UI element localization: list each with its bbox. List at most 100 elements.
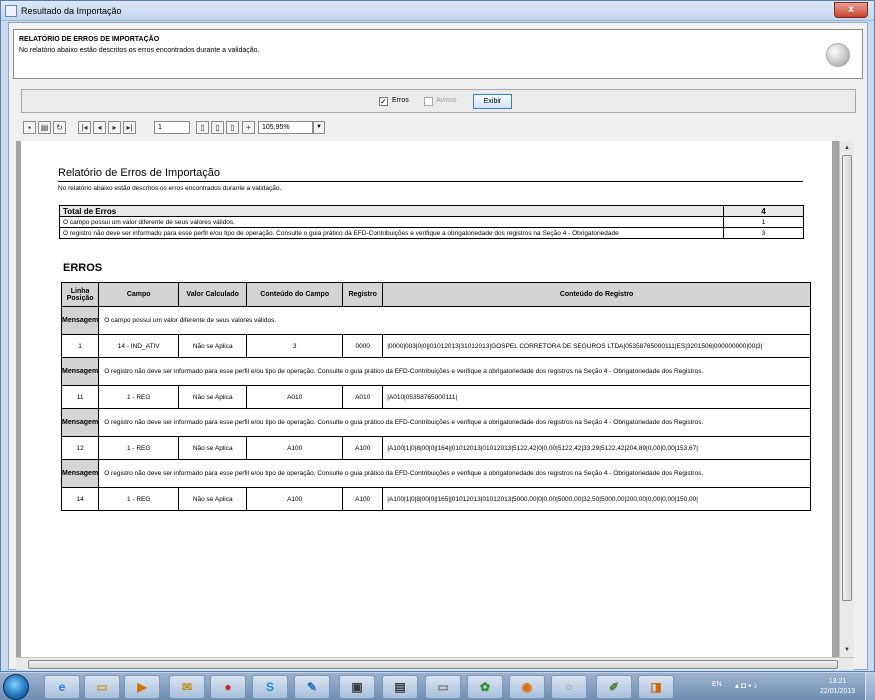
cell-registro: A100 (342, 487, 384, 511)
col-campo: Campo (98, 282, 180, 307)
errors-heading: ERROS (63, 262, 103, 274)
cell-valor: Não se Aplica (178, 334, 248, 358)
title-bar[interactable]: Resultado da Importação x (1, 1, 874, 21)
chevron-down-icon[interactable]: ▼ (313, 121, 325, 134)
errors-header-row: Linha Posição Campo Valor Calculado Conte… (60, 282, 811, 307)
cell-campo: 1 - REG (98, 436, 180, 460)
last-page-icon[interactable]: ▸| (123, 121, 136, 134)
language-indicator[interactable]: EN (712, 681, 722, 688)
message-text: O campo possui um valor diferente de seu… (98, 306, 811, 335)
page-width-icon[interactable]: ▯ (226, 121, 239, 134)
message-row: Mensagem O campo possui um valor diferen… (60, 306, 811, 335)
zoom-select[interactable]: 105,95% (258, 121, 313, 134)
cell-conteudo-registro: |A100|1|0|8|00|0||165||01012013|01012013… (382, 487, 811, 511)
page-number-input[interactable]: 1 (154, 121, 190, 134)
totals-row-count: 3 (723, 227, 804, 239)
scroll-thumb[interactable] (28, 660, 838, 669)
print-icon[interactable]: ▤ (38, 121, 51, 134)
totals-row-text: O registro não deve ser informado para e… (59, 227, 724, 239)
scroll-up-icon[interactable]: ▲ (841, 142, 853, 154)
report-description: No relatório abaixo estão descritos os e… (58, 185, 282, 192)
save-icon[interactable]: ▪ (23, 121, 36, 134)
message-row: Mensagem O registro não deve ser informa… (60, 357, 811, 386)
first-page-icon[interactable]: |◂ (78, 121, 91, 134)
cell-linha: 12 (60, 436, 100, 460)
page-setup-icon[interactable]: ▯ (211, 121, 224, 134)
client-area: RELATÓRIO DE ERROS DE IMPORTAÇÃO No rela… (8, 22, 868, 670)
app-orange-icon[interactable]: ◨ (638, 675, 674, 699)
message-label: Mensagem (60, 306, 100, 335)
scroll-thumb[interactable] (842, 155, 852, 601)
totals-row: O registro não deve ser informado para e… (59, 227, 804, 239)
cell-valor: Não se Aplica (178, 436, 248, 460)
avisos-label: Avisos (436, 97, 457, 104)
clock[interactable]: 13:21 22/01/2013 (815, 677, 860, 697)
cell-registro: 0000 (342, 334, 384, 358)
report-page: Relatório de Erros de Importação No rela… (21, 141, 832, 657)
cell-conteudo-registro: |0000|003|0|0||01012013|31012013|GOSPEL … (382, 334, 811, 358)
col-conteudo-campo: Conteúdo do Campo (246, 282, 344, 307)
window-app-icon[interactable]: ▣ (339, 675, 375, 699)
cell-conteudo-registro: |A100|1|0|8|00|0||164||01012013|01012013… (382, 436, 811, 460)
header-panel: RELATÓRIO DE ERROS DE IMPORTAÇÃO No rela… (13, 29, 863, 79)
col-registro: Registro (342, 282, 384, 307)
app-green-icon[interactable]: ✿ (467, 675, 503, 699)
message-row: Mensagem O registro não deve ser informa… (60, 459, 811, 488)
skype-icon[interactable]: S (252, 675, 288, 699)
totals-row-count: 1 (723, 216, 804, 228)
erros-checkbox[interactable]: ✓ (379, 97, 388, 106)
message-label: Mensagem (60, 357, 100, 386)
page-layout-icon[interactable]: ▯ (196, 121, 209, 134)
cell-campo: 1 - REG (98, 487, 180, 511)
ie-icon[interactable]: e (44, 675, 80, 699)
message-label: Mensagem (60, 459, 100, 488)
avisos-checkbox[interactable] (424, 97, 433, 106)
table-row: 14 1 - REG Não se Aplica A100 A100 |A100… (60, 487, 811, 511)
app-gray-icon[interactable]: ▭ (425, 675, 461, 699)
filter-bar: ✓ Erros Avisos Exibir (21, 89, 856, 113)
window-title: Resultado da Importação (21, 6, 122, 16)
totals-value: 4 (723, 205, 804, 217)
cell-conteudo-campo: A010 (246, 385, 344, 409)
clock-time: 13:21 (828, 678, 847, 685)
document-app-icon[interactable]: ▤ (382, 675, 418, 699)
report-viewer: Relatório de Erros de Importação No rela… (16, 141, 854, 657)
report-title: Relatório de Erros de Importação (58, 167, 221, 179)
table-row: 12 1 - REG Não se Aplica A100 A100 |A100… (60, 436, 811, 460)
cell-conteudo-campo: 3 (246, 334, 344, 358)
next-page-icon[interactable]: ▸ (108, 121, 121, 134)
scroll-down-icon[interactable]: ▼ (841, 644, 853, 656)
cell-conteudo-campo: A100 (246, 487, 344, 511)
cell-linha: 1 (60, 334, 100, 358)
close-button[interactable]: x (834, 2, 868, 18)
firefox-icon[interactable]: ◉ (509, 675, 545, 699)
tray-icons[interactable]: ▴ ◘ ▪ ♪ (735, 681, 757, 690)
prev-page-icon[interactable]: ◂ (93, 121, 106, 134)
col-valor: Valor Calculado (178, 282, 248, 307)
app-blue-icon[interactable]: ✎ (294, 675, 330, 699)
horizontal-scrollbar[interactable] (16, 657, 854, 670)
app-pen-icon[interactable]: ✐ (596, 675, 632, 699)
exibir-button[interactable]: Exibir (473, 94, 512, 109)
table-row: 1 14 - IND_ATIV Não se Aplica 3 0000 |00… (60, 334, 811, 358)
start-button[interactable] (3, 674, 29, 700)
report-toolbar: ▪ ▤ ↻ |◂ ◂ ▸ ▸| 1 ▯ ▯ ▯ + 105,95% ▼ (23, 121, 843, 137)
folder-icon[interactable]: ▭ (84, 675, 120, 699)
mail-icon[interactable]: ✉ (169, 675, 205, 699)
media-player-icon[interactable]: ▶ (124, 675, 160, 699)
refresh-icon[interactable]: ↻ (53, 121, 66, 134)
message-label: Mensagem (60, 408, 100, 437)
message-text: O registro não deve ser informado para e… (98, 357, 811, 386)
vertical-scrollbar[interactable]: ▲ ▼ (839, 141, 854, 657)
table-row: 11 1 - REG Não se Aplica A010 A010 |A010… (60, 385, 811, 409)
header-title: RELATÓRIO DE ERROS DE IMPORTAÇÃO (19, 36, 160, 43)
app-icon (5, 5, 17, 17)
cell-registro: A010 (342, 385, 384, 409)
app-disc-icon[interactable]: ○ (551, 675, 587, 699)
zoom-in-icon[interactable]: + (242, 121, 255, 134)
app-red-icon[interactable]: ● (210, 675, 246, 699)
cell-linha: 14 (60, 487, 100, 511)
globe-icon (826, 43, 850, 67)
cell-registro: A100 (342, 436, 384, 460)
show-desktop-button[interactable] (865, 673, 875, 700)
